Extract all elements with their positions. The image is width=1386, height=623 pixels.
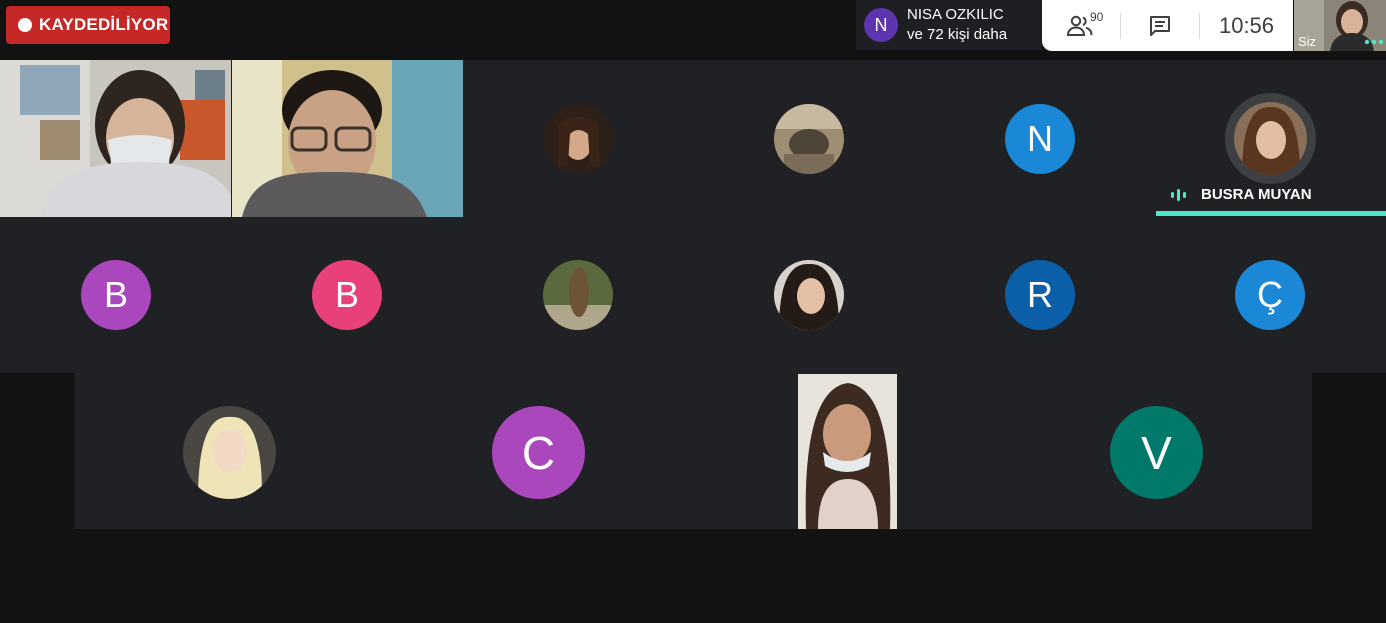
recording-label: KAYDEDİLİYOR bbox=[39, 15, 169, 34]
recording-badge: KAYDEDİLİYOR bbox=[6, 6, 170, 44]
active-speaker-bar bbox=[1156, 211, 1386, 216]
participant-initial-avatar[interactable]: B bbox=[81, 260, 151, 330]
participant-video-tile[interactable] bbox=[232, 60, 463, 217]
participant-initial-avatar[interactable]: R bbox=[1005, 260, 1075, 330]
speaking-indicator-icon bbox=[1171, 189, 1186, 201]
presenter-others: ve 72 kişi daha bbox=[907, 26, 1008, 43]
self-view-label: Siz bbox=[1298, 34, 1317, 49]
participant-row-2 bbox=[0, 218, 1386, 373]
participant-initial-avatar[interactable]: Ç bbox=[1235, 260, 1305, 330]
participant-initial-avatar[interactable]: C bbox=[492, 406, 585, 499]
participant-photo-avatar[interactable] bbox=[774, 104, 844, 174]
participant-initial-avatar[interactable]: B bbox=[312, 260, 382, 330]
active-speaker-photo[interactable] bbox=[1234, 102, 1307, 175]
chat-button[interactable] bbox=[1121, 0, 1199, 51]
participant-photo-avatar[interactable] bbox=[543, 260, 613, 330]
participant-video-tile[interactable] bbox=[0, 60, 231, 217]
meeting-toolbar: 90 10:56 bbox=[1042, 0, 1293, 51]
presenter-name: NISA OZKILIC bbox=[907, 6, 1004, 23]
people-button[interactable]: 90 bbox=[1042, 0, 1120, 51]
people-count: 90 bbox=[1090, 10, 1104, 24]
participant-video-tile[interactable] bbox=[798, 374, 897, 529]
audio-level-icon bbox=[1364, 39, 1384, 45]
record-dot-icon bbox=[18, 18, 32, 32]
active-speaker-name: BUSRA MUYAN bbox=[1201, 186, 1312, 203]
participant-photo-avatar[interactable] bbox=[183, 406, 276, 499]
presenter-chip[interactable]: N NISA OZKILIC ve 72 kişi daha bbox=[856, 0, 1042, 50]
participant-initial-avatar[interactable]: N bbox=[1005, 104, 1075, 174]
chat-icon bbox=[1150, 15, 1170, 36]
clock-time: 10:56 bbox=[1218, 12, 1275, 38]
participant-photo-avatar[interactable] bbox=[543, 104, 613, 174]
participant-initial-avatar[interactable]: V bbox=[1110, 406, 1203, 499]
presenter-avatar: N bbox=[864, 8, 898, 42]
participant-photo-avatar[interactable] bbox=[774, 260, 844, 330]
